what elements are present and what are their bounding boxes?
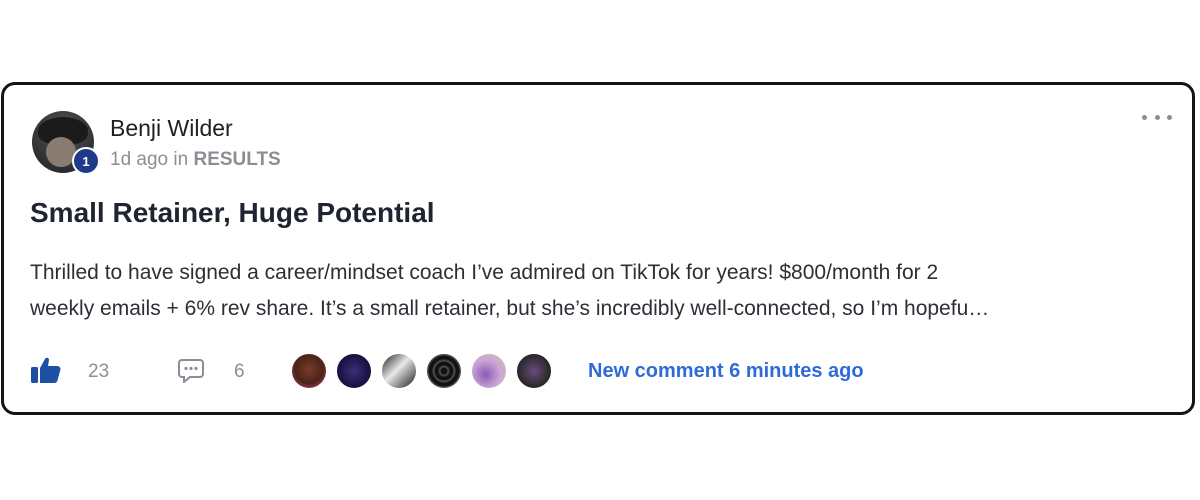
more-dots-icon[interactable] — [1142, 109, 1172, 125]
post-category[interactable]: RESULTS — [193, 149, 280, 170]
post-footer: 23 6 New comment 6 minutes ago — [30, 351, 1170, 391]
post-time: 1d ago in — [110, 149, 189, 170]
participant-avatar[interactable] — [515, 352, 553, 390]
like-count: 23 — [88, 361, 110, 382]
comment-count: 6 — [234, 361, 245, 382]
participant-avatar[interactable] — [380, 352, 418, 390]
speech-bubble-icon[interactable] — [178, 357, 204, 383]
post-card[interactable]: 1 Benji Wilder 1d ago in RESULTS Small R… — [1, 82, 1195, 415]
participant-avatar[interactable] — [290, 352, 328, 390]
post-body[interactable]: Thrilled to have signed a career/mindset… — [30, 255, 1160, 327]
thumbs-up-icon[interactable] — [30, 356, 62, 384]
participant-avatar[interactable] — [335, 352, 373, 390]
post-body-line-1: Thrilled to have signed a career/mindset… — [30, 261, 939, 284]
post-meta: 1d ago in RESULTS — [110, 149, 281, 171]
author-level-badge: 1 — [72, 147, 100, 175]
participant-avatar[interactable] — [470, 352, 508, 390]
participant-avatar[interactable] — [425, 352, 463, 390]
post-body-line-2: weekly emails + 6% rev share. It’s a sma… — [30, 297, 990, 320]
new-comment-link[interactable]: New comment 6 minutes ago — [588, 360, 864, 383]
author-name[interactable]: Benji Wilder — [110, 115, 233, 142]
post-title[interactable]: Small Retainer, Huge Potential — [30, 197, 435, 229]
